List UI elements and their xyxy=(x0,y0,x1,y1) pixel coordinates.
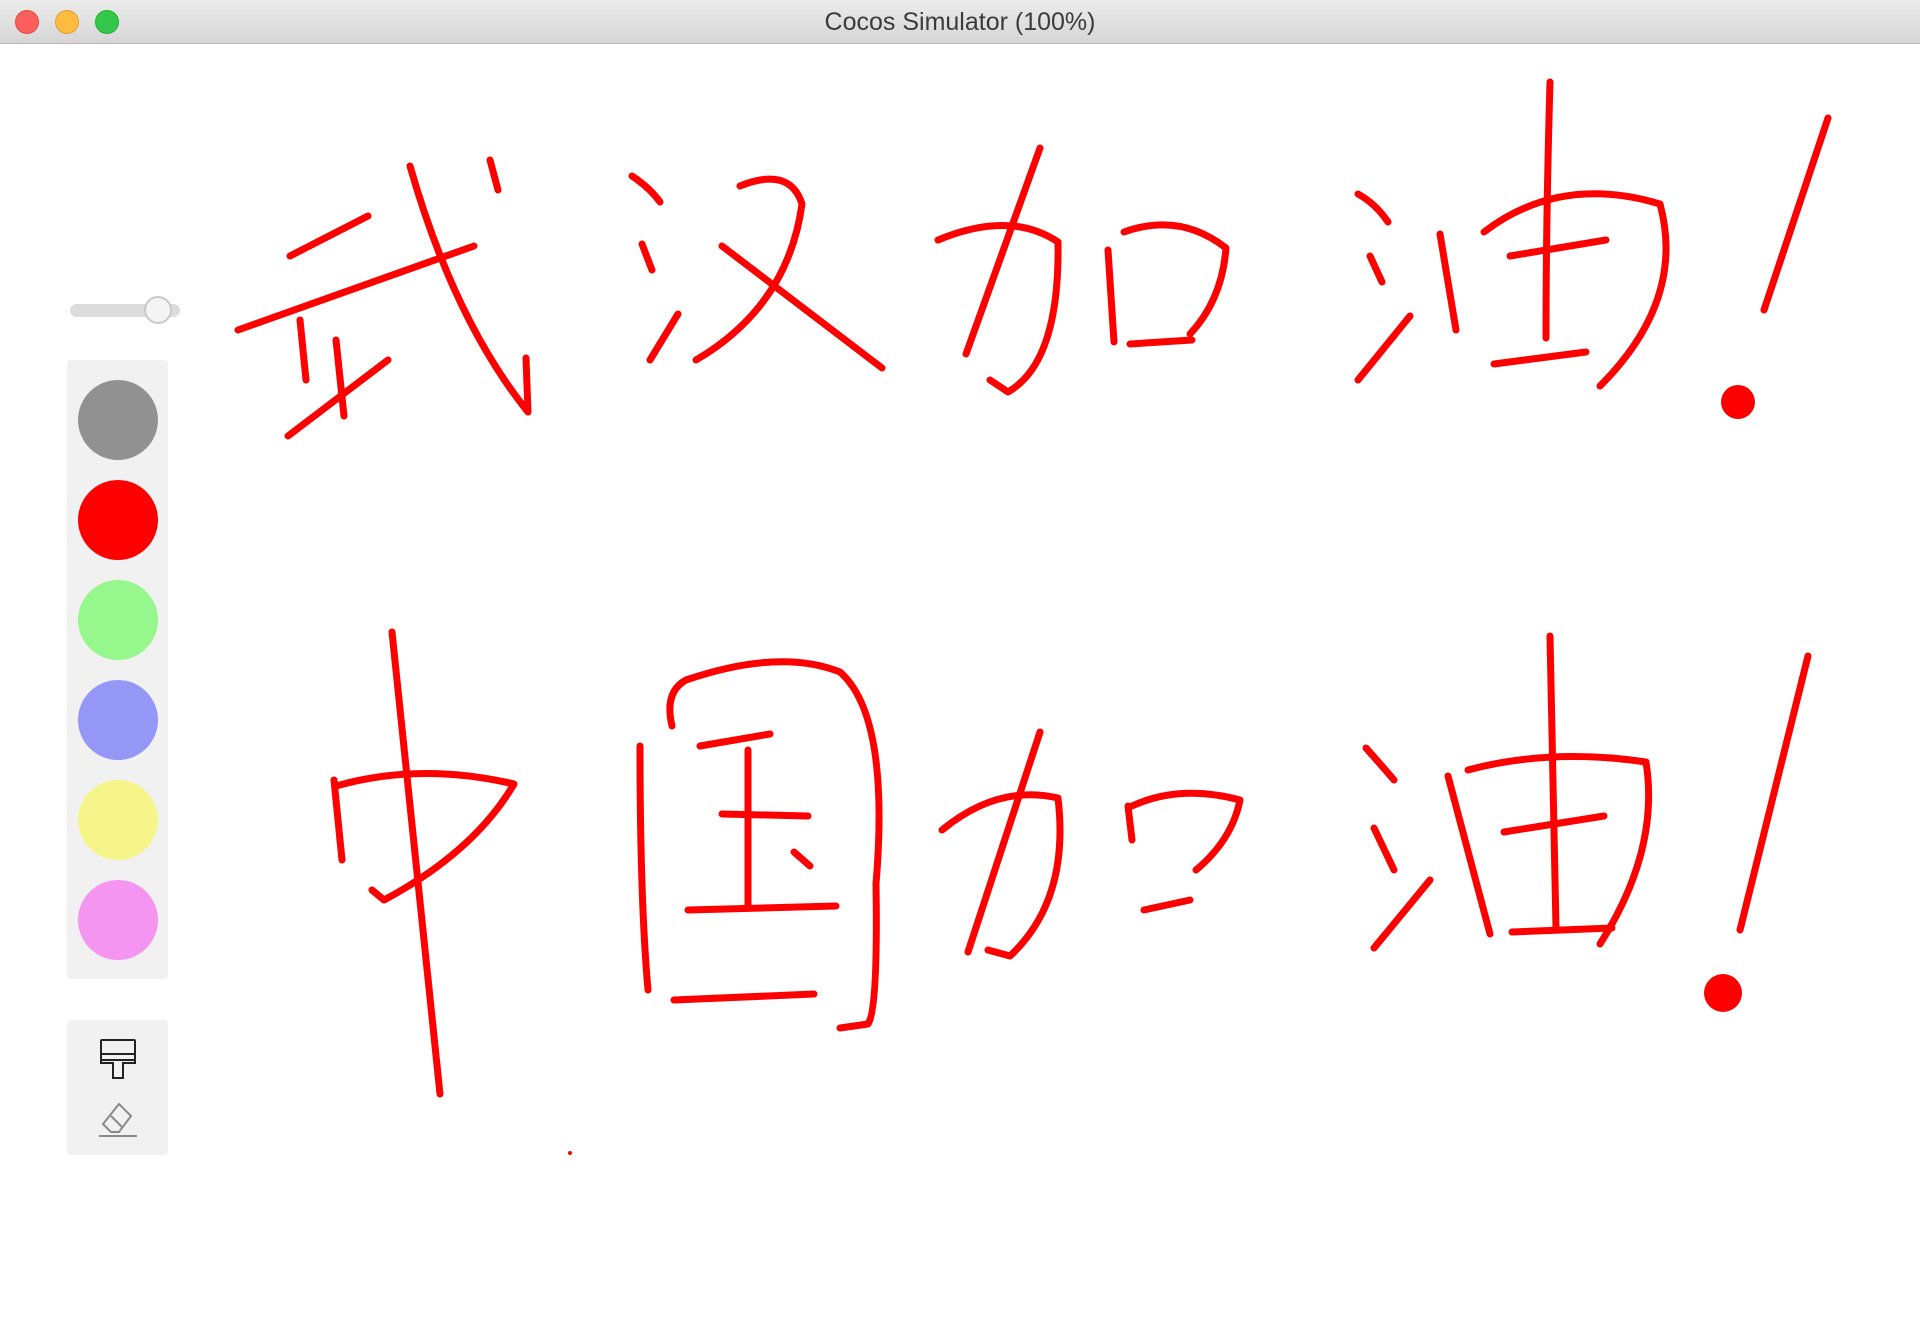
stroke xyxy=(1370,824,1398,874)
stroke xyxy=(962,144,1044,358)
stroke xyxy=(1354,312,1414,384)
tool-panel xyxy=(67,1020,168,1155)
stroke-dot xyxy=(568,1151,572,1155)
stroke xyxy=(1104,246,1118,346)
color-swatch-green[interactable] xyxy=(78,580,158,660)
stroke xyxy=(330,776,346,864)
stroke xyxy=(938,791,1064,960)
stroke xyxy=(1546,632,1560,932)
stroke xyxy=(646,310,682,364)
brush-icon xyxy=(100,1039,136,1079)
color-palette xyxy=(67,360,168,979)
stroke xyxy=(1366,252,1386,286)
stroke xyxy=(1126,336,1196,348)
stroke xyxy=(388,628,444,1098)
handwriting-strokes xyxy=(234,78,1832,1098)
stroke-dot xyxy=(1721,385,1755,419)
stroke xyxy=(790,848,814,870)
stroke xyxy=(1480,190,1670,390)
stroke xyxy=(1120,221,1230,338)
stroke xyxy=(1124,802,1136,844)
slider-handle[interactable] xyxy=(143,296,172,324)
stroke xyxy=(628,172,664,206)
color-swatch-blue[interactable] xyxy=(78,680,158,760)
color-swatch-yellow[interactable] xyxy=(78,780,158,860)
stroke xyxy=(1370,876,1434,952)
color-swatch-gray[interactable] xyxy=(78,380,158,460)
window-titlebar: Cocos Simulator (100%) xyxy=(0,0,1920,44)
stroke xyxy=(1128,789,1244,874)
stroke xyxy=(1436,230,1460,334)
stroke xyxy=(718,242,886,372)
stroke xyxy=(1140,896,1194,914)
stroke xyxy=(1508,924,1616,936)
stroke xyxy=(1444,772,1494,938)
window-title: Cocos Simulator (100%) xyxy=(824,8,1096,36)
stroke xyxy=(670,990,818,1004)
stroke xyxy=(1490,348,1590,368)
color-swatch-red[interactable] xyxy=(78,480,158,560)
brush-size-slider[interactable] xyxy=(68,296,182,324)
stroke xyxy=(332,336,348,420)
brush-tool-button[interactable] xyxy=(97,1038,139,1080)
stroke xyxy=(1760,114,1832,314)
drawing-canvas[interactable] xyxy=(0,44,1920,1324)
stroke xyxy=(286,212,372,260)
stroke xyxy=(1362,744,1398,784)
stroke xyxy=(296,316,310,384)
stroke xyxy=(1354,190,1392,226)
stroke xyxy=(636,742,652,994)
stroke xyxy=(964,728,1044,956)
stroke xyxy=(638,240,656,274)
stroke xyxy=(696,730,774,750)
stroke xyxy=(718,810,812,820)
stroke xyxy=(1542,78,1554,342)
stroke xyxy=(1506,236,1610,260)
stroke xyxy=(406,162,532,416)
stroke xyxy=(666,658,883,1032)
stroke xyxy=(934,222,1062,396)
simulator-content xyxy=(0,44,1920,1324)
eraser-tool-button[interactable] xyxy=(97,1098,139,1140)
stroke-dot xyxy=(1704,974,1742,1012)
stroke xyxy=(486,156,502,194)
eraser-icon xyxy=(99,1102,137,1137)
color-swatch-pink[interactable] xyxy=(78,880,158,960)
stroke xyxy=(684,902,840,914)
stroke xyxy=(332,770,518,904)
stroke xyxy=(1736,652,1812,934)
